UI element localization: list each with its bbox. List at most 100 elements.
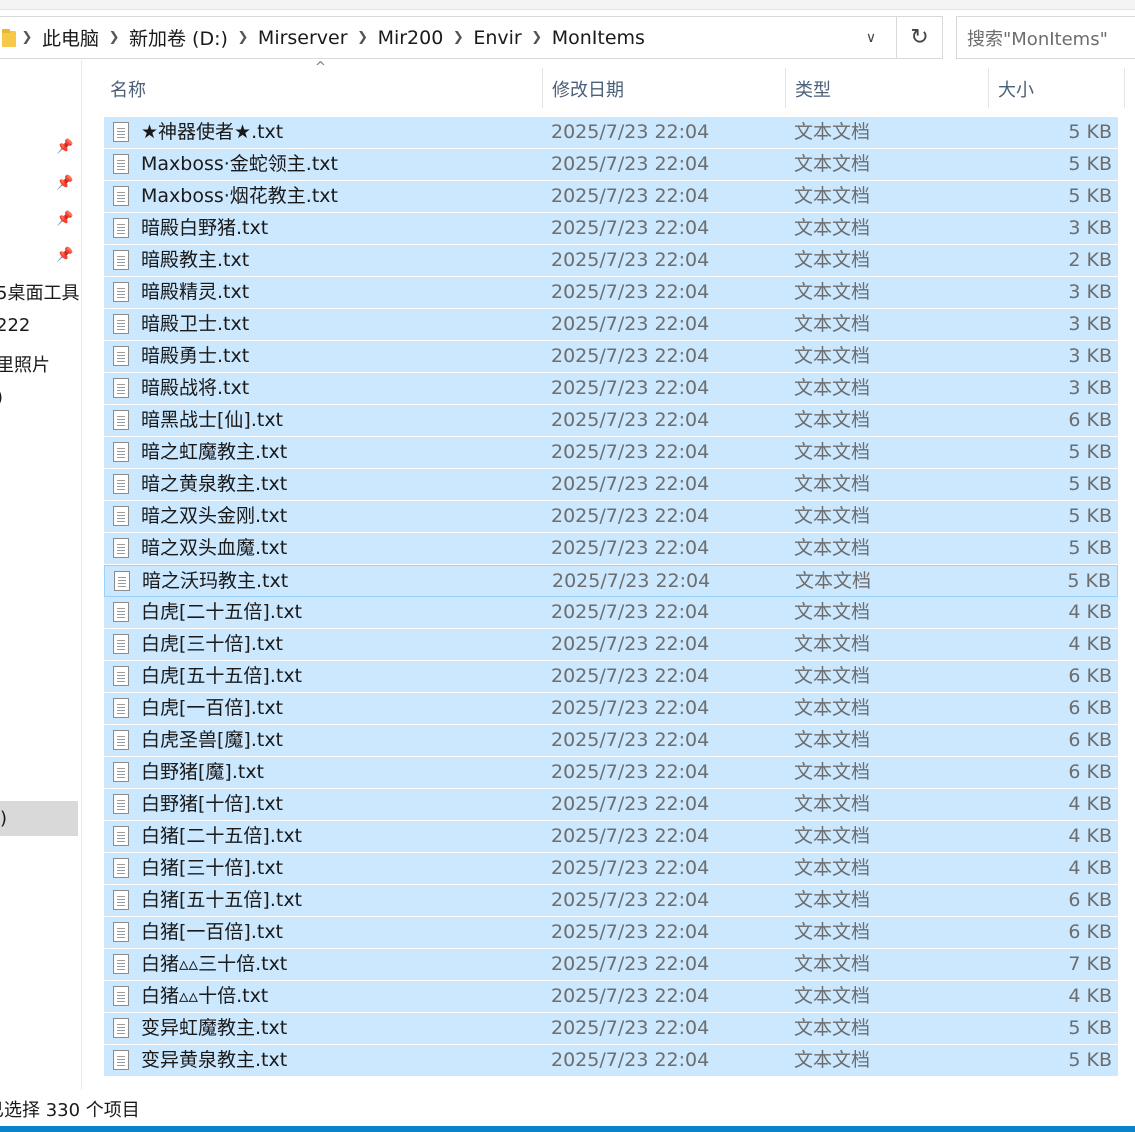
breadcrumb-drive-d[interactable]: 新加卷 (D:) [125,24,232,51]
file-date: 2025/7/23 22:04 [551,793,710,815]
refresh-icon[interactable]: ↻ [897,17,942,58]
file-type: 文本文档 [794,825,871,847]
text-file-icon [113,410,129,430]
file-row[interactable]: 白虎[五十五倍].txt 2025/7/23 22:04 文本文档 6 KB [104,661,1118,693]
text-file-icon [113,186,129,206]
file-row[interactable]: Maxboss·金蛇领主.txt 2025/7/23 22:04 文本文档 5 KB [104,149,1118,181]
text-file-icon [113,986,129,1006]
file-row[interactable]: 白虎[二十五倍].txt 2025/7/23 22:04 文本文档 4 KB [104,597,1118,629]
chevron-right-icon[interactable]: ❯ [103,30,125,45]
file-date: 2025/7/23 22:04 [551,377,710,399]
file-row[interactable]: 暗之黄泉教主.txt 2025/7/23 22:04 文本文档 5 KB [104,469,1118,501]
breadcrumb-mir200[interactable]: Mir200 [374,27,448,49]
column-divider[interactable] [988,68,989,108]
file-list[interactable]: ★神器使者★.txt 2025/7/23 22:04 文本文档 5 KB Maxboss… [104,117,1118,1090]
chevron-right-icon[interactable]: ❯ [16,30,38,45]
file-size: 6 KB [1068,921,1112,943]
column-header-name[interactable]: 名称 [110,76,146,102]
chevron-right-icon[interactable]: ❯ [352,30,374,45]
file-name: 白猪▵▵三十倍.txt [141,953,288,975]
file-row[interactable]: 变异黄泉教主.txt 2025/7/23 22:04 文本文档 5 KB [104,1045,1118,1077]
file-date: 2025/7/23 22:04 [551,473,710,495]
file-row[interactable]: 暗黑战士[仙].txt 2025/7/23 22:04 文本文档 6 KB [104,405,1118,437]
file-row[interactable]: 暗殿白野猪.txt 2025/7/23 22:04 文本文档 3 KB [104,213,1118,245]
file-type: 文本文档 [794,377,871,399]
text-file-icon [113,922,129,942]
file-row[interactable]: 暗殿卫士.txt 2025/7/23 22:04 文本文档 3 KB [104,309,1118,341]
chevron-down-icon[interactable]: ∨ [846,17,897,58]
file-name: 暗殿战将.txt [141,377,250,399]
file-row[interactable]: 白猪[一百倍].txt 2025/7/23 22:04 文本文档 6 KB [104,917,1118,949]
pin-icon: 📌 [56,247,74,263]
file-row[interactable]: 白猪▵▵十倍.txt 2025/7/23 22:04 文本文档 4 KB [104,981,1118,1013]
file-row[interactable]: 白猪[二十五倍].txt 2025/7/23 22:04 文本文档 4 KB [104,821,1118,853]
sidebar-item-photos[interactable]: 里照片 [0,351,50,377]
chevron-right-icon[interactable]: ❯ [232,30,254,45]
column-header-date[interactable]: 修改日期 [552,76,624,102]
file-row[interactable]: ★神器使者★.txt 2025/7/23 22:04 文本文档 5 KB [104,117,1118,149]
column-divider[interactable] [785,68,786,108]
file-name: 暗之双头血魔.txt [141,537,288,559]
navigation-pane[interactable]: 📌 📌 📌 📌 5桌面工具 222 里照片 ) ) [0,60,82,1090]
sidebar-item-truncated[interactable]: ) [0,387,3,408]
file-size: 3 KB [1068,377,1112,399]
text-file-icon [113,954,129,974]
file-row[interactable]: 暗之沃玛教主.txt 2025/7/23 22:04 文本文档 5 KB [104,565,1118,597]
file-name: 白猪[一百倍].txt [141,921,284,943]
file-row[interactable]: 白虎[一百倍].txt 2025/7/23 22:04 文本文档 6 KB [104,693,1118,725]
file-name: 暗之双头金刚.txt [141,505,288,527]
file-name: 暗之沃玛教主.txt [142,570,289,592]
breadcrumb-envir[interactable]: Envir [469,27,525,49]
file-type: 文本文档 [794,505,871,527]
chevron-right-icon[interactable]: ❯ [526,30,548,45]
file-type: 文本文档 [794,889,871,911]
file-row[interactable]: 暗殿勇士.txt 2025/7/23 22:04 文本文档 3 KB [104,341,1118,373]
file-row[interactable]: 变异虹魔教主.txt 2025/7/23 22:04 文本文档 5 KB [104,1013,1118,1045]
sidebar-item-selected[interactable]: ) [0,801,78,836]
file-row[interactable]: 白猪[五十五倍].txt 2025/7/23 22:04 文本文档 6 KB [104,885,1118,917]
file-row[interactable]: 暗殿教主.txt 2025/7/23 22:04 文本文档 2 KB [104,245,1118,277]
file-row[interactable]: 暗之双头金刚.txt 2025/7/23 22:04 文本文档 5 KB [104,501,1118,533]
file-type: 文本文档 [794,697,871,719]
column-divider[interactable] [1124,68,1125,108]
file-date: 2025/7/23 22:04 [551,953,710,975]
file-row[interactable]: 暗殿战将.txt 2025/7/23 22:04 文本文档 3 KB [104,373,1118,405]
chevron-right-icon[interactable]: ❯ [447,30,469,45]
file-name: 暗之虹魔教主.txt [141,441,288,463]
file-row[interactable]: 白猪[三十倍].txt 2025/7/23 22:04 文本文档 4 KB [104,853,1118,885]
breadcrumb-monitems[interactable]: MonItems [548,27,649,49]
sidebar-item-222[interactable]: 222 [0,315,30,336]
file-row[interactable]: 暗殿精灵.txt 2025/7/23 22:04 文本文档 3 KB [104,277,1118,309]
text-file-icon [113,858,129,878]
file-size: 5 KB [1068,1049,1112,1071]
file-size: 6 KB [1068,889,1112,911]
column-header-size[interactable]: 大小 [998,76,1034,102]
file-date: 2025/7/23 22:04 [551,441,710,463]
file-row[interactable]: Maxboss·烟花教主.txt 2025/7/23 22:04 文本文档 5 KB [104,181,1118,213]
text-file-icon [113,538,129,558]
breadcrumb-this-pc[interactable]: 此电脑 [38,24,103,51]
file-size: 5 KB [1068,153,1112,175]
file-row[interactable]: 白野猪[魔].txt 2025/7/23 22:04 文本文档 6 KB [104,757,1118,789]
file-row[interactable]: 白野猪[十倍].txt 2025/7/23 22:04 文本文档 4 KB [104,789,1118,821]
file-name: 暗之黄泉教主.txt [141,473,288,495]
address-bar[interactable]: ❯ 此电脑 ❯ 新加卷 (D:) ❯ Mirserver ❯ Mir200 ❯ … [0,16,943,59]
search-input[interactable]: 搜索"MonItems" [956,16,1135,59]
file-type: 文本文档 [794,633,871,655]
text-file-icon [113,282,129,302]
file-size: 5 KB [1068,505,1112,527]
file-date: 2025/7/23 22:04 [551,985,710,1007]
text-file-icon [113,890,129,910]
column-divider[interactable] [542,68,543,108]
file-row[interactable]: 白猪▵▵三十倍.txt 2025/7/23 22:04 文本文档 7 KB [104,949,1118,981]
breadcrumb-mirserver[interactable]: Mirserver [254,27,352,49]
column-header-type[interactable]: 类型 [795,76,831,102]
file-size: 6 KB [1068,409,1112,431]
file-name: 白猪[三十倍].txt [141,857,284,879]
file-row[interactable]: 暗之虹魔教主.txt 2025/7/23 22:04 文本文档 5 KB [104,437,1118,469]
file-row[interactable]: 白虎[三十倍].txt 2025/7/23 22:04 文本文档 4 KB [104,629,1118,661]
file-row[interactable]: 暗之双头血魔.txt 2025/7/23 22:04 文本文档 5 KB [104,533,1118,565]
sidebar-item-desktop-tools[interactable]: 5桌面工具 [0,279,79,305]
file-row[interactable]: 白虎圣兽[魔].txt 2025/7/23 22:04 文本文档 6 KB [104,725,1118,757]
file-date: 2025/7/23 22:04 [551,537,710,559]
